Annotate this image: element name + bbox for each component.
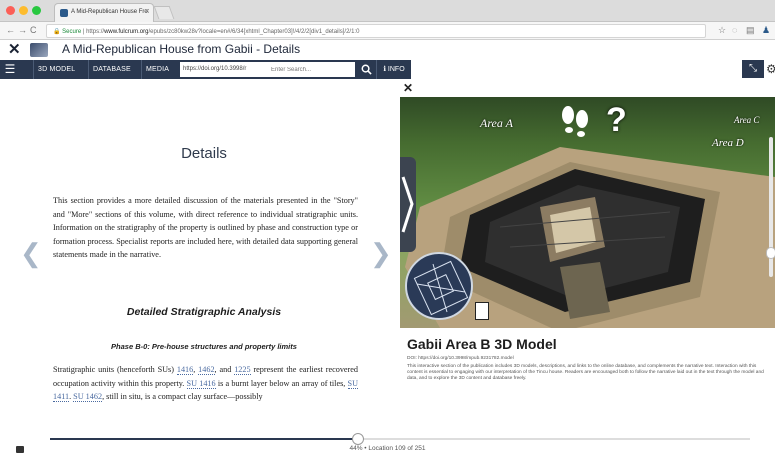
reload-icon[interactable]: C [30,25,37,35]
previous-page-icon[interactable]: ❮ [20,240,42,266]
tab-media[interactable]: MEDIA [141,60,173,79]
su-link[interactable]: SU 1416 [186,378,216,389]
next-page-icon[interactable]: ❯ [370,240,392,266]
document-icon[interactable] [475,302,489,320]
fullscreen-icon[interactable]: ⤡ [742,60,764,78]
window-close-button[interactable] [6,6,15,15]
browser-tab-bar: A Mid-Republican House Fro: × [0,0,775,22]
browser-tab[interactable]: A Mid-Republican House Fro: × [54,3,154,22]
su-link[interactable]: 1462 [198,365,215,375]
close-reader-icon[interactable]: ✕ [8,41,21,59]
progress-label: 44% • Location 109 of 251 [349,445,426,452]
favicon-icon [60,9,68,17]
model-description: This interactive section of the publicat… [407,364,764,382]
forward-arrow-icon[interactable]: → [18,25,27,35]
app-header: ✕ A Mid-Republican House from Gabii - De… [0,40,775,60]
phase-heading: Phase B-0: Pre-house structures and prop… [111,342,297,351]
viewer-side-toggle[interactable] [400,157,416,252]
text-run: , still in situ, is a compact clay surfa… [102,392,263,401]
tab-database[interactable]: DATABASE [88,60,135,79]
stratigraphy-paragraph: Stratigraphic units (henceforth SUs) 141… [53,363,359,404]
model-title: Gabii Area B 3D Model [407,336,557,352]
search-icon[interactable] [357,60,375,79]
window-zoom-button[interactable] [32,6,41,15]
tab-3d-model[interactable]: 3D MODEL [33,60,79,79]
page-title: A Mid-Republican House from Gabii - Deta… [62,42,301,56]
close-viewer-icon[interactable]: ✕ [403,81,413,95]
back-arrow-icon[interactable]: ← [6,25,15,35]
doi-field[interactable]: https://doi.org/10.3998/r [180,62,267,77]
model-doi: DOI: https://doi.org/10.3998/mpub.923178… [407,356,514,361]
text-run: , and [214,365,235,374]
url-field[interactable]: 🔒 Secure | https://www.fulcrum.org/epubs… [46,24,706,38]
url-separator: | [82,29,85,35]
text-run: Stratigraphic units (henceforth SUs) [53,365,177,374]
star-icon[interactable]: ☆ [718,25,726,36]
help-icon[interactable]: ? [606,101,627,140]
minimap[interactable] [405,252,473,320]
epub-reader: ❮ ❯ Details This section provides a more… [0,80,400,425]
su-link[interactable]: 1225 [234,365,251,375]
intro-paragraph: This section provides a more detailed di… [53,196,358,259]
area-a-label: Area A [480,116,513,130]
secure-label: Secure [62,29,82,35]
progress-track[interactable] [50,433,750,445]
settings-gear-icon[interactable]: ⚙ [766,60,775,78]
area-d-label: Area D [712,137,744,149]
profile-icon[interactable]: ♟ [762,25,770,36]
progress-fill [50,438,358,440]
section-title: Details [181,145,227,162]
url-scheme: https:// [86,29,105,35]
url-host: www.fulcrum.org [104,29,149,35]
reading-progress-bar: 44% • Location 109 of 251 [0,425,775,462]
publisher-logo [30,43,48,57]
viewer-scroll-handle[interactable] [766,247,775,259]
progress-handle[interactable] [352,433,364,445]
3d-model-viewport[interactable]: Area A Area C Area D ? [400,97,775,328]
section-heading: Detailed Stratigraphic Analysis [126,306,282,318]
window-controls [6,6,41,15]
tab-close-icon[interactable]: × [145,8,149,15]
window-minimize-button[interactable] [19,6,28,15]
su-link[interactable]: SU 1462 [73,392,103,402]
walk-mode-icon[interactable] [560,105,590,144]
lock-icon: 🔒 [53,29,61,35]
su-link[interactable]: 1416 [176,365,194,375]
reader-mode-icon[interactable]: ▤ [746,25,755,36]
text-run: is a burnt layer below an array of tiles… [215,378,348,388]
menu-icon[interactable]: ☰ [0,60,20,79]
address-bar-row: ← → C 🔒 Secure | https://www.fulcrum.org… [0,22,775,40]
new-tab-button[interactable] [153,6,175,19]
area-c-label: Area C [734,115,760,125]
tab-title: A Mid-Republican House Fro: [71,9,150,15]
url-path: /epubs/zc80kw28v?locale=en#/6/34[xhtml_C… [148,29,360,35]
info-button[interactable]: ℹ INFO [376,60,411,79]
reader-toolbar: ☰ 3D MODEL DATABASE MEDIA https://doi.or… [0,60,411,79]
search-input[interactable] [267,62,355,77]
extension-icon[interactable]: ◌ [732,25,737,35]
